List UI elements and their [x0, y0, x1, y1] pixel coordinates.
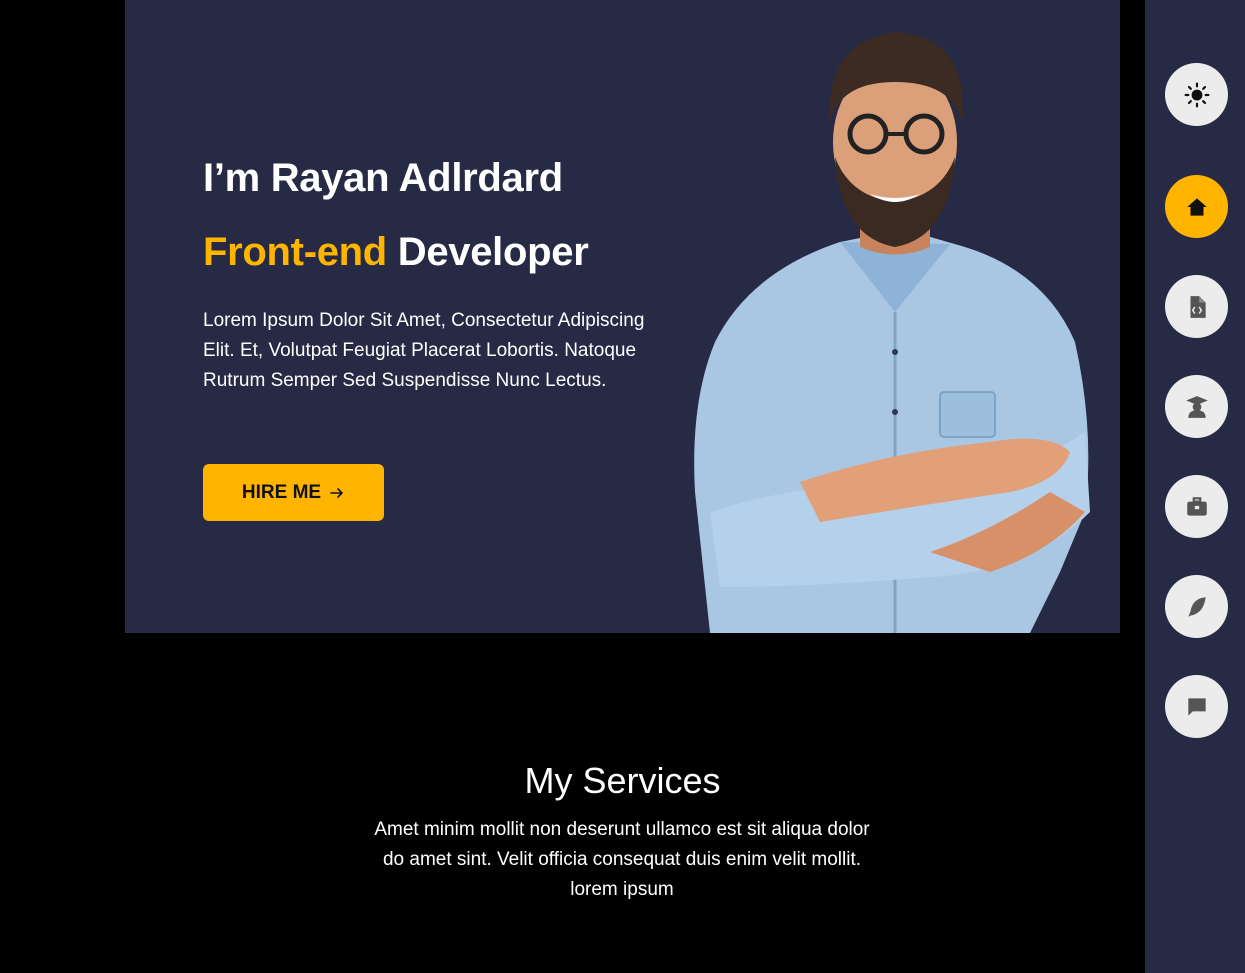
hero-text: I’m Rayan Adlrdard Front-end Developer L…: [203, 152, 673, 396]
nav-services-button[interactable]: [1165, 275, 1228, 338]
nav-home-button[interactable]: [1165, 175, 1228, 238]
hire-me-button[interactable]: HIRE ME: [203, 464, 384, 521]
arrow-right-icon: [330, 487, 343, 498]
hero-description: Lorem Ipsum Dolor Sit Amet, Consectetur …: [203, 310, 645, 391]
hero-greeting: I’m Rayan Adlrdard: [203, 156, 563, 200]
portrait-image: [694, 32, 1090, 633]
sidebar-nav: [1145, 0, 1245, 973]
services-description: Amet minim mollit non deserunt ullamco e…: [374, 819, 870, 900]
feather-icon: [1187, 596, 1206, 617]
code-file-icon: [1190, 295, 1206, 318]
hero-role: Front-end Developer: [203, 226, 673, 278]
briefcase-icon: [1186, 496, 1207, 516]
nav-portfolio-button[interactable]: [1165, 475, 1228, 538]
chat-icon: [1187, 697, 1206, 716]
nav-blog-button[interactable]: [1165, 575, 1228, 638]
nav-education-button[interactable]: [1165, 375, 1228, 438]
graduate-icon: [1185, 395, 1208, 418]
nav-contact-button[interactable]: [1165, 675, 1228, 738]
hero-role-rest: Developer: [397, 230, 589, 274]
theme-toggle-button[interactable]: [1165, 63, 1228, 126]
sun-icon: [1184, 82, 1209, 107]
hero-role-accent: Front-end: [203, 230, 387, 274]
home-icon: [1186, 197, 1207, 216]
hero-section: I’m Rayan Adlrdard Front-end Developer L…: [125, 0, 1120, 633]
services-section: [0, 633, 1145, 973]
services-title: My Services: [524, 760, 721, 801]
hire-me-label: HIRE ME: [241, 481, 322, 503]
